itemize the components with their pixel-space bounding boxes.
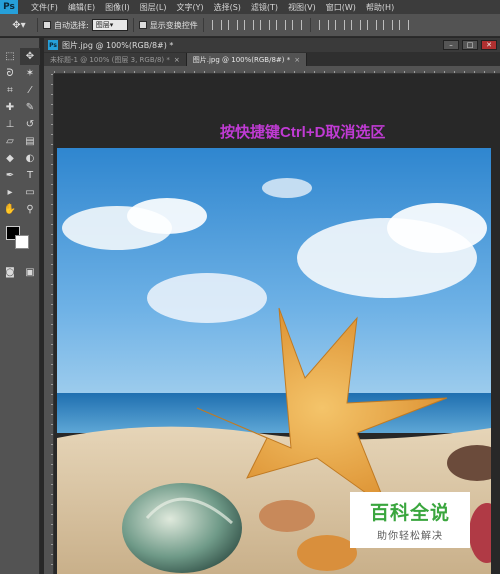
photoshop-logo: Ps bbox=[0, 0, 18, 14]
menu-view[interactable]: 视图(V) bbox=[283, 2, 321, 13]
divider bbox=[37, 18, 38, 32]
eraser-tool-icon[interactable]: ▱ bbox=[0, 133, 20, 150]
show-transform-checkbox[interactable] bbox=[138, 21, 147, 29]
quick-mask-icon[interactable]: ◙ bbox=[0, 264, 20, 281]
divider bbox=[132, 18, 134, 32]
menu-window[interactable]: 窗口(W) bbox=[321, 2, 361, 13]
show-transform-label: 显示变换控件 bbox=[149, 20, 198, 30]
screen-mode-icon[interactable]: ▣ bbox=[20, 264, 40, 281]
auto-select-dropdown[interactable]: 图层 ▾ bbox=[91, 19, 128, 31]
align-hcenter-icon[interactable] bbox=[275, 20, 286, 30]
align-top-icon[interactable] bbox=[211, 20, 222, 30]
shape-tool-icon[interactable]: ▭ bbox=[20, 184, 40, 201]
move-tool-icon[interactable]: ✥ bbox=[20, 48, 40, 65]
canvas-instruction-text: 按快捷键Ctrl+D取消选区 bbox=[220, 124, 386, 141]
close-button[interactable]: ✕ bbox=[481, 40, 497, 50]
crop-tool-icon[interactable]: ⌗ bbox=[0, 82, 20, 99]
auto-select-label: 自动选择: bbox=[54, 20, 89, 30]
gradient-tool-icon[interactable]: ▤ bbox=[20, 133, 40, 150]
tab-close-icon[interactable]: × bbox=[174, 56, 180, 64]
tab-close-icon[interactable]: × bbox=[294, 56, 300, 64]
align-vcenter-icon[interactable] bbox=[227, 20, 238, 30]
menu-bar: Ps 文件(F) 编辑(E) 图像(I) 图层(L) 文字(Y) 选择(S) 滤… bbox=[0, 0, 500, 14]
menu-file[interactable]: 文件(F) bbox=[26, 2, 63, 13]
menu-items: 文件(F) 编辑(E) 图像(I) 图层(L) 文字(Y) 选择(S) 滤镜(T… bbox=[26, 2, 399, 13]
distribute-hcenter-icon[interactable] bbox=[382, 20, 393, 30]
watermark-badge: 百科全说 助你轻松解决 bbox=[350, 492, 470, 548]
align-bottom-icon[interactable] bbox=[243, 20, 254, 30]
blur-tool-icon[interactable]: ◆ bbox=[0, 150, 20, 167]
vertical-ruler[interactable] bbox=[44, 74, 54, 574]
mode-grid: ◙ ▣ bbox=[0, 264, 39, 281]
align-right-icon[interactable] bbox=[291, 20, 302, 30]
ruler-corner bbox=[44, 66, 54, 74]
pen-tool-icon[interactable]: ✒ bbox=[0, 167, 20, 184]
dodge-tool-icon[interactable]: ◐ bbox=[20, 150, 40, 167]
auto-select-checkbox[interactable] bbox=[43, 21, 51, 29]
auto-select-value: 图层 bbox=[95, 21, 110, 29]
divider bbox=[202, 18, 204, 32]
zoom-tool-icon[interactable]: ⚲ bbox=[20, 201, 40, 218]
divider bbox=[309, 18, 311, 32]
tab-label: 图片.jpg @ 100%(RGB/8#) * bbox=[192, 55, 291, 64]
distribute-bottom-icon[interactable] bbox=[350, 20, 361, 30]
eyedropper-tool-icon[interactable]: ⁄ bbox=[20, 82, 40, 99]
toolbox: ⬚ ✥ ᘐ ✶ ⌗ ⁄ ✚ ✎ ⊥ ↺ ▱ ▤ ◆ ◐ ✒ T ▸ ▭ ✋ ⚲ … bbox=[0, 38, 40, 574]
distribute-left-icon[interactable] bbox=[366, 20, 377, 30]
watermark-main-text: 百科全说 bbox=[369, 502, 450, 524]
align-left-icon[interactable] bbox=[259, 20, 270, 30]
horizontal-ruler[interactable] bbox=[54, 66, 500, 74]
document-title: 图片.jpg @ 100%(RGB/8#) * bbox=[62, 40, 174, 50]
document-title-bar: Ps 图片.jpg @ 100%(RGB/8#) * – □ ✕ bbox=[44, 38, 500, 52]
menu-layer[interactable]: 图层(L) bbox=[135, 2, 172, 13]
brush-tool-icon[interactable]: ✎ bbox=[20, 99, 40, 116]
minimize-button[interactable]: – bbox=[443, 40, 459, 50]
lasso-tool-icon[interactable]: ᘐ bbox=[0, 65, 20, 82]
tab-label: 未标题-1 @ 100% (图层 3, RGB/8) * bbox=[50, 55, 170, 64]
menu-image[interactable]: 图像(I) bbox=[100, 2, 135, 13]
maximize-button[interactable]: □ bbox=[462, 40, 478, 50]
menu-help[interactable]: 帮助(H) bbox=[361, 2, 399, 13]
type-tool-icon[interactable]: T bbox=[20, 167, 40, 184]
clone-stamp-tool-icon[interactable]: ⊥ bbox=[0, 116, 20, 133]
color-swatches bbox=[0, 224, 39, 254]
move-tool-preset-icon[interactable]: ✥▾ bbox=[6, 17, 32, 33]
watermark-sub-text: 助你轻松解决 bbox=[377, 531, 443, 542]
tab-untitled[interactable]: 未标题-1 @ 100% (图层 3, RGB/8) * × bbox=[44, 53, 187, 66]
distribute-vcenter-icon[interactable] bbox=[334, 20, 345, 30]
document-tabs: 未标题-1 @ 100% (图层 3, RGB/8) * × 图片.jpg @ … bbox=[44, 52, 500, 66]
background-color-swatch[interactable] bbox=[15, 235, 29, 249]
options-bar: ✥▾ 自动选择: 图层 ▾ 显示变换控件 bbox=[0, 14, 500, 37]
menu-type[interactable]: 文字(Y) bbox=[171, 2, 208, 13]
magic-wand-tool-icon[interactable]: ✶ bbox=[20, 65, 40, 82]
marquee-tool-icon[interactable]: ⬚ bbox=[0, 48, 20, 65]
hand-tool-icon[interactable]: ✋ bbox=[0, 201, 20, 218]
document-ps-icon: Ps bbox=[48, 40, 58, 50]
path-selection-tool-icon[interactable]: ▸ bbox=[0, 184, 20, 201]
menu-edit[interactable]: 编辑(E) bbox=[63, 2, 100, 13]
healing-brush-tool-icon[interactable]: ✚ bbox=[0, 99, 20, 116]
history-brush-tool-icon[interactable]: ↺ bbox=[20, 116, 40, 133]
tab-image-jpg[interactable]: 图片.jpg @ 100%(RGB/8#) * × bbox=[186, 53, 308, 66]
menu-select[interactable]: 选择(S) bbox=[209, 2, 246, 13]
distribute-right-icon[interactable] bbox=[398, 20, 409, 30]
distribute-top-icon[interactable] bbox=[318, 20, 329, 30]
menu-filter[interactable]: 滤镜(T) bbox=[246, 2, 283, 13]
tool-grid: ⬚ ✥ ᘐ ✶ ⌗ ⁄ ✚ ✎ ⊥ ↺ ▱ ▤ ◆ ◐ ✒ T ▸ ▭ ✋ ⚲ bbox=[0, 48, 40, 218]
